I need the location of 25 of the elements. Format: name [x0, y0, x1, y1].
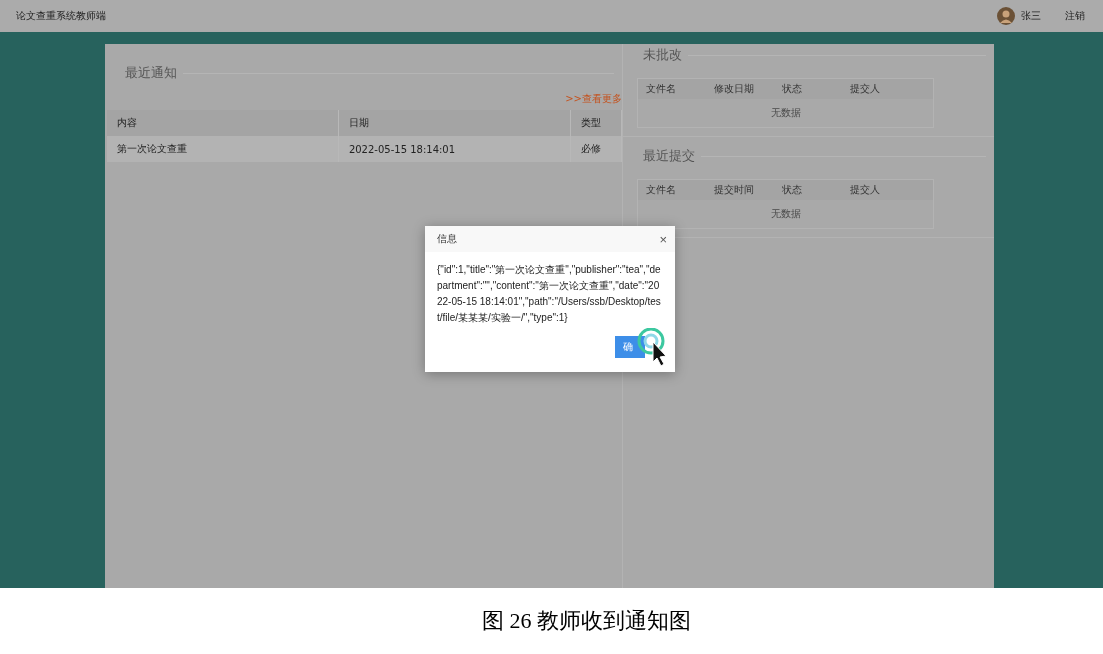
empty-text: 无数据 — [770, 208, 801, 219]
table-cell: 2022-05-15 18:14:01 — [338, 136, 571, 162]
table-cell: 必修 — [570, 136, 622, 162]
logout-link[interactable]: 注销 — [1065, 9, 1085, 23]
column-header: 状态 — [782, 183, 803, 197]
avatar-icon[interactable] — [997, 7, 1015, 25]
section-title: 未批改 — [643, 46, 682, 64]
column-header: 提交人 — [850, 183, 881, 197]
dialog-title: 信息 — [437, 232, 457, 246]
section-title: 最近提交 — [643, 147, 695, 165]
figure-caption: 图 26 教师收到通知图 — [482, 607, 691, 635]
section-title: 最近通知 — [125, 64, 177, 82]
cursor-icon — [637, 328, 667, 368]
column-header: 提交时间 — [714, 183, 755, 197]
empty-text: 无数据 — [770, 107, 801, 118]
app-title: 论文查重系统教师端 — [16, 9, 106, 23]
column-header: 文件名 — [646, 183, 677, 197]
column-header: 状态 — [782, 82, 803, 96]
column-header: 文件名 — [646, 82, 677, 96]
close-button[interactable]: × — [659, 232, 667, 246]
column-header: 提交人 — [850, 82, 881, 96]
column-header: 修改日期 — [714, 82, 755, 96]
user-name: 张三 — [1021, 9, 1041, 23]
dialog-message: {"id":1,"title":"第一次论文查重","publisher":"tea","department":"","content":"第一次论文查重","date":"2022-05-15 18:14:01","path":"/Users/ssb/Desktop/test/file/某某某/实验一/","type":1} — [436, 263, 662, 325]
table-cell: 第一次论文查重 — [107, 136, 339, 162]
